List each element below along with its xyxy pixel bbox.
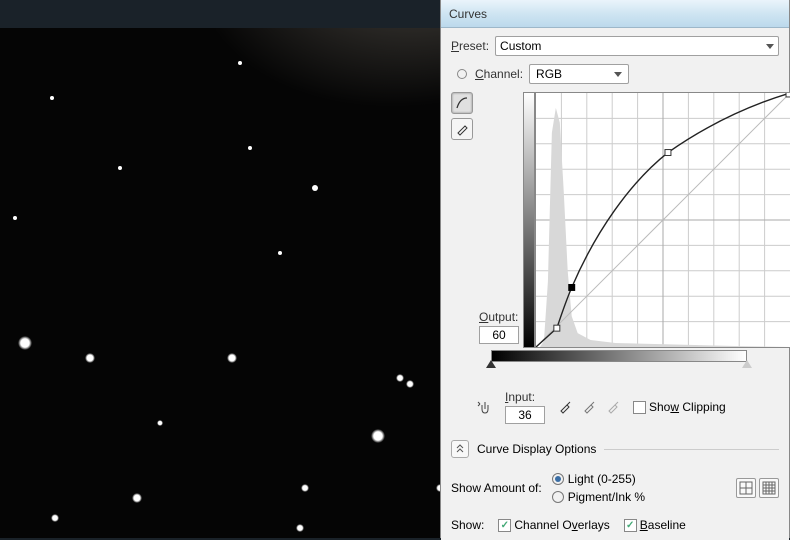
show-clipping-label: Show Clipping	[649, 400, 726, 414]
gray-eyedropper[interactable]	[579, 397, 599, 417]
chevron-up-icon	[455, 444, 465, 454]
input-gradient	[491, 350, 747, 362]
channel-label: Channel:	[475, 67, 523, 81]
galaxy-preview	[0, 28, 450, 538]
fine-grid-button[interactable]	[759, 478, 779, 498]
pencil-tool[interactable]	[451, 118, 473, 140]
eyedropper-icon	[606, 400, 620, 414]
output-gradient	[523, 92, 535, 348]
curve-graph[interactable]	[535, 92, 790, 348]
channel-overlays-checkbox[interactable]: ✓ Channel Overlays	[498, 518, 609, 532]
checkbox-icon: ✓	[624, 519, 637, 532]
grid-icon	[739, 481, 753, 495]
target-adjust-tool[interactable]	[475, 397, 495, 417]
grid-icon	[762, 481, 776, 495]
baseline-label: Baseline	[640, 518, 686, 532]
preset-value: Custom	[500, 39, 541, 53]
hand-pointer-icon	[477, 399, 493, 415]
show-label: Show:	[451, 518, 484, 532]
pigment-radio-label: Pigment/Ink %	[568, 490, 645, 504]
light-radio-label: Light (0-255)	[568, 472, 636, 486]
divider	[604, 449, 779, 450]
coarse-grid-button[interactable]	[736, 478, 756, 498]
checkbox-icon: ✓	[498, 519, 511, 532]
white-eyedropper[interactable]	[603, 397, 623, 417]
channel-overlays-label: Channel Overlays	[514, 518, 609, 532]
black-point-slider[interactable]	[486, 360, 496, 368]
channel-dropdown[interactable]: RGB	[529, 64, 629, 84]
radio-icon	[552, 473, 564, 485]
eyedropper-icon	[558, 400, 572, 414]
pigment-radio[interactable]: Pigment/Ink %	[552, 490, 645, 504]
preset-label: Preset:	[451, 39, 489, 53]
light-radio[interactable]: Light (0-255)	[552, 472, 645, 486]
chevron-down-icon	[614, 72, 622, 77]
eyedropper-icon	[582, 400, 596, 414]
pencil-icon	[455, 122, 469, 136]
show-amount-label: Show Amount of:	[451, 481, 542, 495]
white-point-slider[interactable]	[742, 360, 752, 368]
collapse-button[interactable]	[451, 440, 469, 458]
checkbox-icon	[633, 401, 646, 414]
curves-dialog: Curves Preset: Custom Channel: RGB	[440, 0, 790, 538]
curve-icon	[455, 96, 469, 110]
baseline-checkbox[interactable]: ✓ Baseline	[624, 518, 686, 532]
output-input[interactable]	[479, 326, 519, 344]
black-eyedropper[interactable]	[555, 397, 575, 417]
chevron-down-icon	[766, 44, 774, 49]
dialog-titlebar[interactable]: Curves	[441, 0, 789, 28]
curve-display-options-label: Curve Display Options	[477, 442, 596, 456]
input-label: Input:	[505, 390, 535, 404]
output-label: Output:	[479, 310, 518, 324]
preset-dropdown[interactable]: Custom	[495, 36, 779, 56]
radio-icon	[552, 491, 564, 503]
curve-point-tool[interactable]	[451, 92, 473, 114]
input-input[interactable]	[505, 406, 545, 424]
image-canvas[interactable]	[0, 28, 450, 538]
dialog-title: Curves	[449, 7, 487, 21]
show-clipping-checkbox[interactable]: Show Clipping	[633, 400, 726, 414]
auto-toggle-icon[interactable]	[457, 69, 467, 79]
channel-value: RGB	[536, 67, 562, 81]
